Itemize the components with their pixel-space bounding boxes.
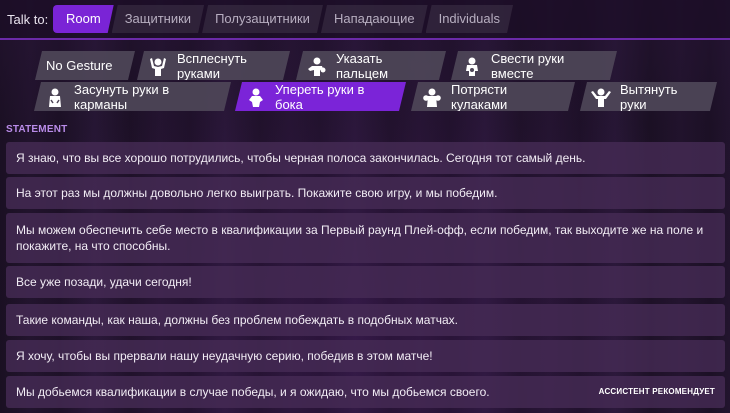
point-finger-icon	[306, 55, 328, 77]
gesture-label: Всплеснуть руками	[177, 50, 247, 81]
statement-text: Такие команды, как наша, должны без проб…	[16, 313, 458, 327]
gesture-label: Свести руки вместе	[491, 50, 565, 81]
statement-text: Мы можем обеспечить себе место в квалифи…	[16, 223, 704, 253]
gesture-hands-on-hips[interactable]: Упереть руки в бока	[235, 82, 406, 111]
statement-option[interactable]: Я знаю, что вы все хорошо потрудились, ч…	[6, 142, 725, 174]
assistant-recommends-badge: АССИСТЕНТ РЕКОМЕНДУЕТ	[598, 387, 715, 396]
tab-individuals[interactable]: Individuals	[426, 5, 513, 33]
tab-defenders[interactable]: Защитники	[112, 5, 204, 33]
gesture-label: Упереть руки в бока	[275, 81, 365, 112]
gesture-no-gesture[interactable]: No Gesture	[35, 51, 135, 80]
gesture-point-finger[interactable]: Указать пальцем	[296, 51, 446, 80]
audience-tabs: Room Защитники Полузащитники Нападающие …	[53, 5, 511, 33]
gesture-label: Потрясти кулаками	[451, 81, 508, 112]
statement-option[interactable]: Все уже позади, удачи сегодня!	[6, 266, 725, 298]
gesture-shake-fists[interactable]: Потрясти кулаками	[411, 82, 575, 111]
statement-option[interactable]: Мы добьемся квалификации в случае победы…	[6, 376, 725, 408]
statement-option[interactable]: Я хочу, чтобы вы прервали нашу неудачную…	[6, 340, 725, 372]
statement-text: Я знаю, что вы все хорошо потрудились, ч…	[16, 151, 586, 165]
gesture-hands-in-pockets[interactable]: Засунуть руки в карманы	[34, 82, 231, 111]
gesture-outstretched-arms[interactable]: Вытянуть руки	[580, 82, 717, 111]
statement-text: На этот раз мы должны довольно легко выи…	[16, 186, 498, 200]
gesture-label: Указать пальцем	[336, 50, 389, 81]
tab-room[interactable]: Room	[53, 5, 114, 33]
statement-option[interactable]: На этот раз мы должны довольно легко выи…	[6, 177, 725, 209]
talk-to-label: Talk to:	[7, 11, 49, 27]
hands-in-pockets-icon	[44, 86, 66, 108]
gesture-label: Засунуть руки в карманы	[74, 81, 170, 112]
gesture-label: No Gesture	[46, 58, 113, 73]
statement-option[interactable]: Мы можем обеспечить себе место в квалифи…	[6, 213, 725, 263]
gesture-hands-up[interactable]: Всплеснуть руками	[137, 51, 290, 80]
outstretched-arms-icon	[590, 86, 612, 108]
tab-forwards[interactable]: Нападающие	[321, 5, 428, 33]
statement-text: Все уже позади, удачи сегодня!	[16, 275, 192, 289]
hands-together-icon	[461, 55, 483, 77]
gesture-hands-together[interactable]: Свести руки вместе	[451, 51, 617, 80]
statement-heading: STATEMENT	[6, 124, 68, 135]
statement-option[interactable]: Такие команды, как наша, должны без проб…	[6, 304, 725, 336]
gesture-label: Вытянуть руки	[620, 81, 678, 112]
statement-text: Я хочу, чтобы вы прервали нашу неудачную…	[16, 349, 433, 363]
talk-to-bar: Talk to: Room Защитники Полузащитники На…	[0, 0, 730, 40]
statement-text: Мы добьемся квалификации в случае победы…	[16, 385, 490, 399]
hands-up-icon	[147, 55, 169, 77]
hands-on-hips-icon	[245, 86, 267, 108]
shake-fists-icon	[421, 86, 443, 108]
tab-midfielders[interactable]: Полузащитники	[202, 5, 323, 33]
